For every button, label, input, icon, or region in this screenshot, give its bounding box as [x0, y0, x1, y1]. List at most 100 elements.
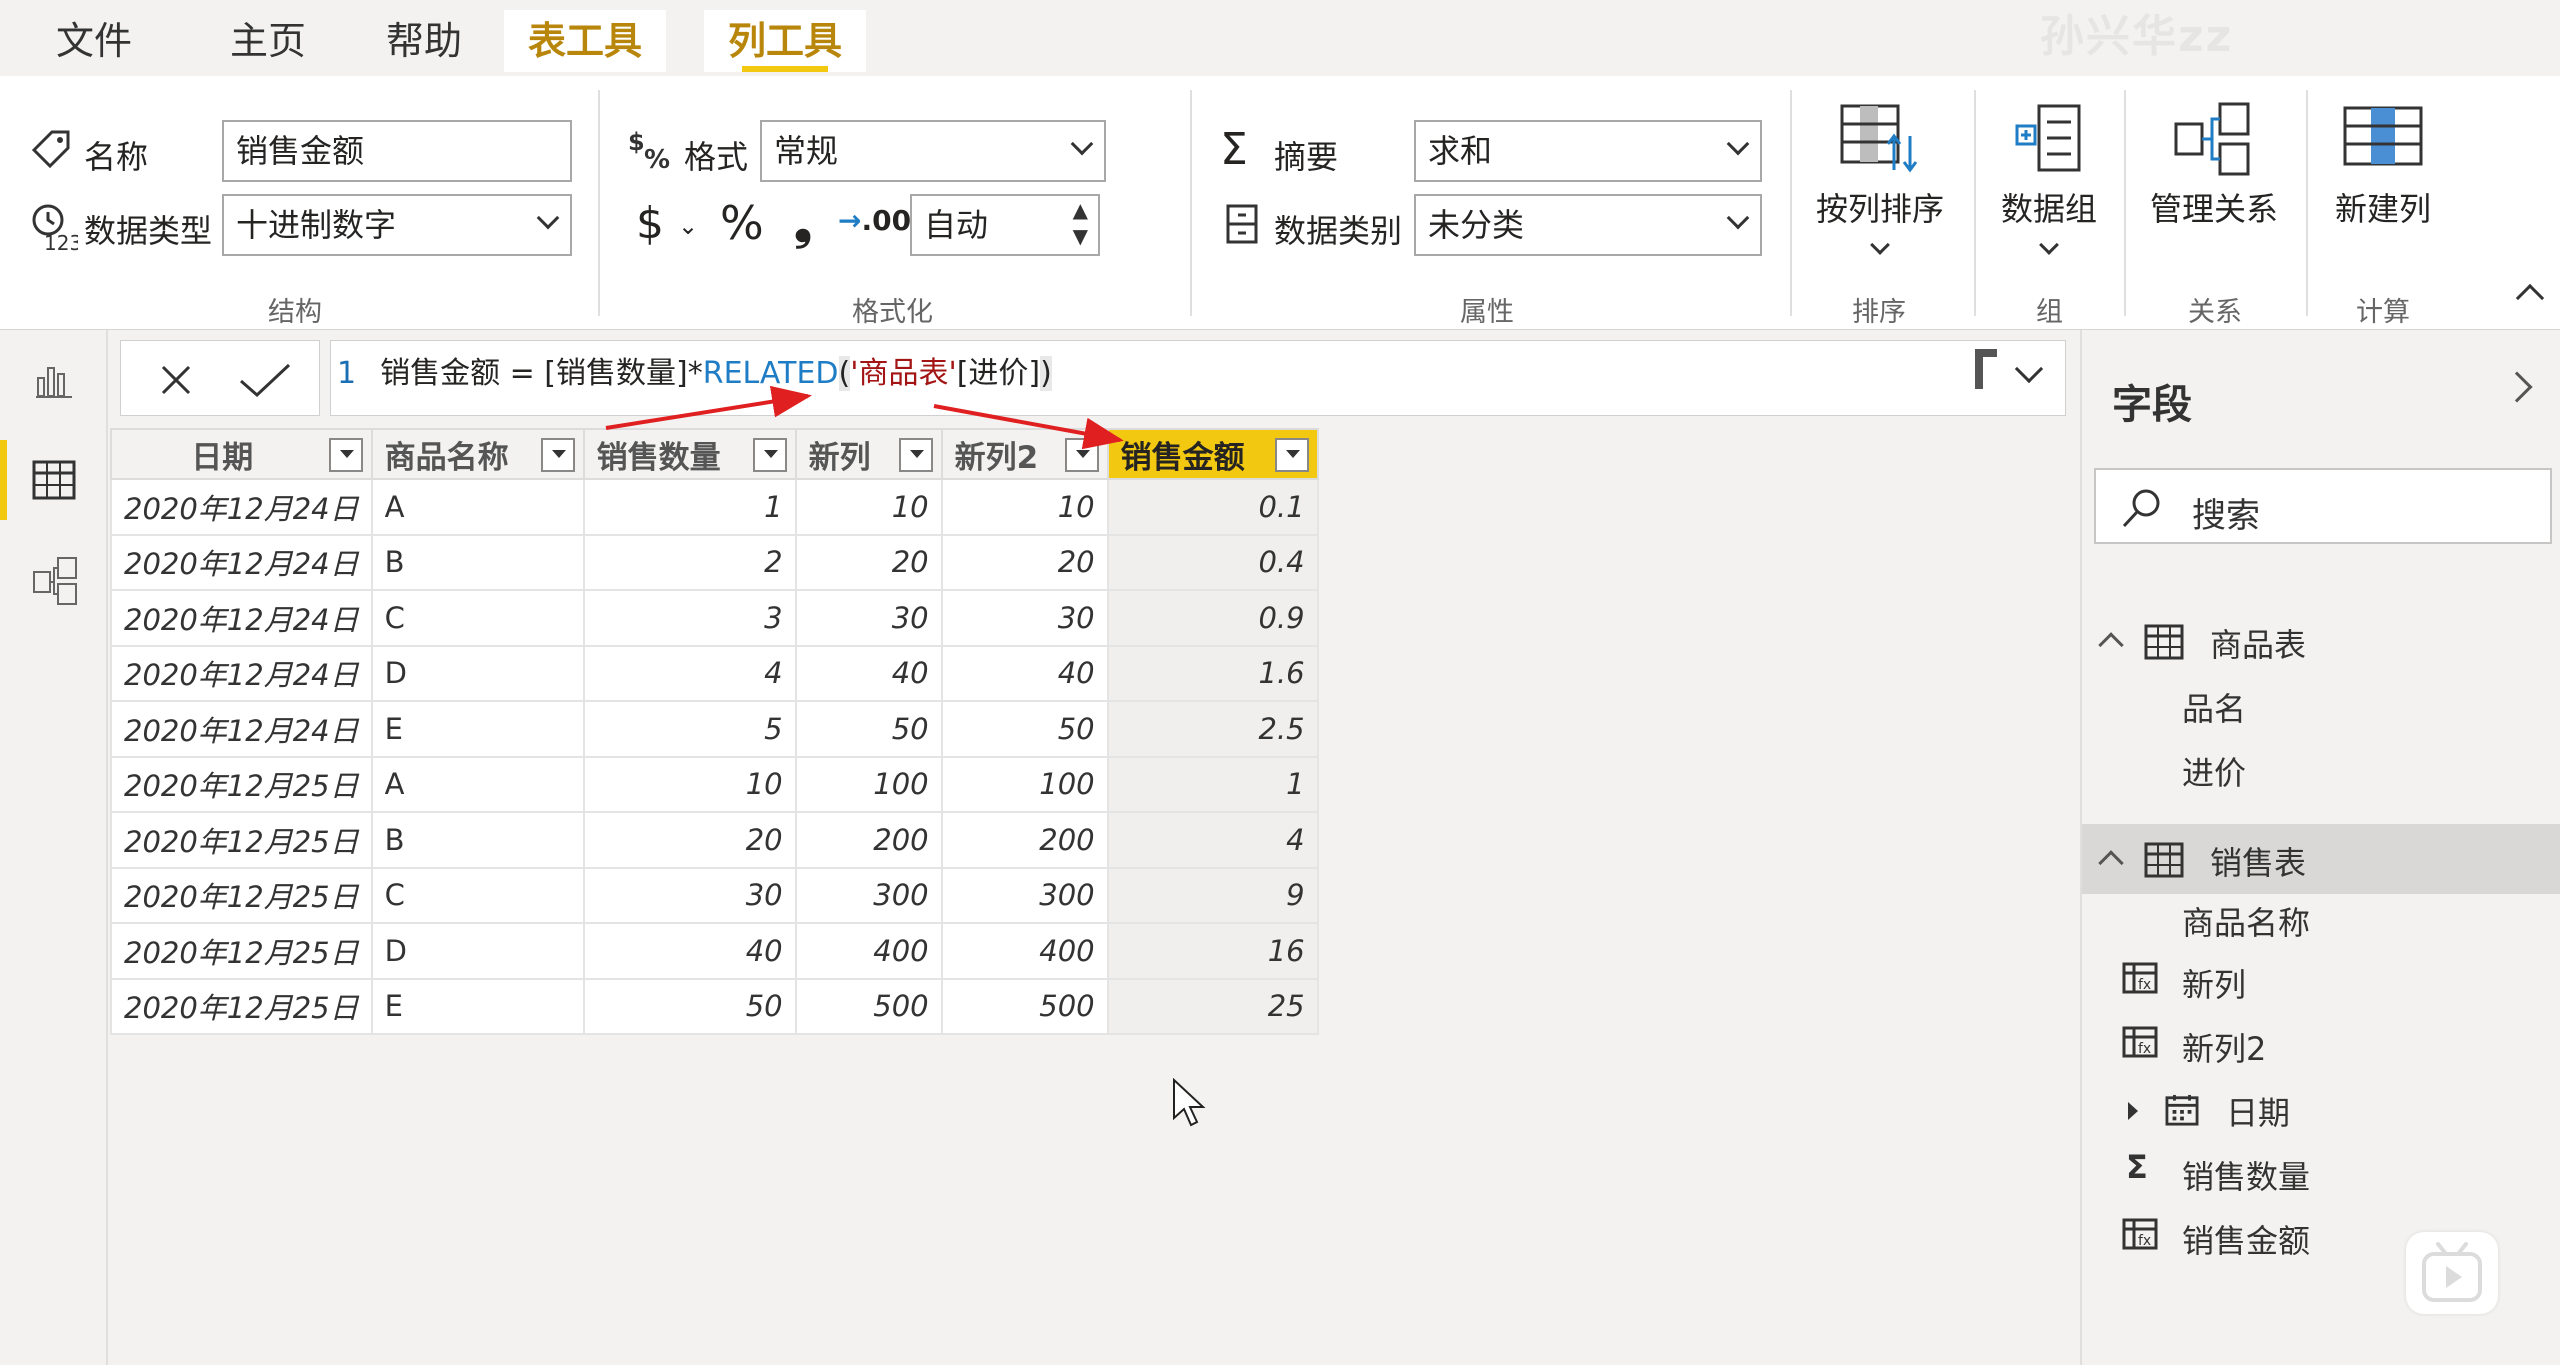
menu-home[interactable]: 主页 — [206, 10, 330, 72]
table-cell[interactable]: 2020年12月24日 — [110, 478, 373, 536]
table-cell[interactable]: 2020年12月25日 — [110, 811, 373, 869]
menu-help[interactable]: 帮助 — [362, 10, 486, 72]
table-cell[interactable]: 0.9 — [1106, 589, 1319, 647]
table-cell[interactable]: D — [370, 922, 585, 980]
percent-button[interactable]: % — [720, 196, 764, 250]
table-cell[interactable]: D — [370, 644, 585, 702]
table-cell[interactable]: B — [370, 811, 585, 869]
table-cell[interactable]: 20 — [794, 533, 943, 591]
data-category-select[interactable]: 未分类 — [1414, 194, 1762, 256]
table-cell[interactable]: 30 — [940, 589, 1109, 647]
field-item[interactable]: 日期 — [2226, 1088, 2290, 1134]
table-cell[interactable]: 16 — [1106, 922, 1319, 980]
table-cell[interactable]: C — [370, 589, 585, 647]
filter-dropdown-icon[interactable] — [328, 438, 363, 472]
table-cell[interactable]: 2020年12月25日 — [110, 922, 373, 980]
column-header[interactable]: 商品名称 — [370, 428, 585, 480]
table-cell[interactable]: 40 — [582, 922, 797, 980]
sort-by-column-button[interactable]: 按列排序 — [1806, 100, 1954, 255]
chevron-up-icon[interactable] — [2098, 632, 2124, 658]
table-cell[interactable]: 300 — [794, 866, 943, 924]
new-column-button[interactable]: 新建列 — [2318, 100, 2448, 230]
column-header[interactable]: 销售数量 — [582, 428, 797, 480]
field-item[interactable]: 新列2 — [2182, 1024, 2266, 1070]
table-cell[interactable]: 2020年12月24日 — [110, 589, 373, 647]
table-cell[interactable]: 2020年12月25日 — [110, 866, 373, 924]
table-cell[interactable]: 40 — [940, 644, 1109, 702]
chevron-down-icon[interactable] — [2014, 354, 2044, 384]
table-cell[interactable]: 2.5 — [1106, 700, 1319, 758]
table-cell[interactable]: 25 — [1106, 977, 1319, 1035]
name-input[interactable]: 销售金额 — [222, 120, 572, 182]
table-cell[interactable]: 50 — [794, 700, 943, 758]
table-cell[interactable]: 4 — [1106, 811, 1319, 869]
table-cell[interactable]: 10 — [794, 478, 943, 536]
column-header[interactable]: 新列2 — [940, 428, 1109, 480]
table-cell[interactable]: 2020年12月25日 — [110, 977, 373, 1035]
filter-dropdown-icon[interactable] — [1274, 438, 1309, 472]
table-cell[interactable]: 1 — [582, 478, 797, 536]
table-cell[interactable]: 400 — [794, 922, 943, 980]
table-cell[interactable]: 100 — [794, 755, 943, 813]
spinner-up-icon[interactable]: ▲ — [1073, 198, 1088, 222]
model-view-button[interactable] — [0, 530, 108, 630]
field-item[interactable]: 销售数量 — [2182, 1152, 2310, 1198]
filter-dropdown-icon[interactable] — [752, 438, 787, 472]
table-cell[interactable]: 50 — [582, 977, 797, 1035]
column-header[interactable]: 新列 — [794, 428, 943, 480]
table-cell[interactable]: 9 — [1106, 866, 1319, 924]
table-cell[interactable]: A — [370, 755, 585, 813]
table-cell[interactable]: 1.6 — [1106, 644, 1319, 702]
table-cell[interactable]: E — [370, 700, 585, 758]
chevron-up-icon[interactable] — [2098, 850, 2124, 876]
table-cell[interactable]: A — [370, 478, 585, 536]
decimal-places-input[interactable]: 自动 ▲ ▼ — [910, 194, 1100, 256]
summarize-select[interactable]: 求和 — [1414, 120, 1762, 182]
table-cell[interactable]: 500 — [940, 977, 1109, 1035]
menu-column-tools[interactable]: 列工具 — [704, 10, 867, 72]
table-cell[interactable]: 4 — [582, 644, 797, 702]
cancel-icon[interactable] — [159, 363, 193, 397]
spinner-down-icon[interactable]: ▼ — [1073, 224, 1088, 248]
table-cell[interactable]: 20 — [940, 533, 1109, 591]
fields-search-input[interactable]: 搜索 — [2094, 468, 2552, 544]
table-cell[interactable]: 2020年12月24日 — [110, 700, 373, 758]
table-cell[interactable]: 200 — [794, 811, 943, 869]
table-cell[interactable]: 0.4 — [1106, 533, 1319, 591]
field-item[interactable]: 进价 — [2182, 748, 2246, 794]
collapse-pane-icon[interactable] — [2501, 371, 2533, 403]
menu-file[interactable]: 文件 — [32, 10, 156, 72]
field-table-row[interactable]: 销售表 — [2082, 824, 2560, 894]
decimal-button[interactable]: →.00 — [838, 204, 911, 237]
collapse-ribbon-icon[interactable] — [2515, 283, 2545, 313]
table-cell[interactable]: 3 — [582, 589, 797, 647]
table-cell[interactable]: 2020年12月25日 — [110, 755, 373, 813]
filter-dropdown-icon[interactable] — [898, 438, 933, 472]
field-item[interactable]: 品名 — [2182, 684, 2246, 730]
expand-arrow-icon[interactable] — [2128, 1102, 2138, 1120]
video-player-widget[interactable] — [2406, 1232, 2498, 1314]
table-cell[interactable]: 1 — [1106, 755, 1319, 813]
table-cell[interactable]: 2020年12月24日 — [110, 644, 373, 702]
table-cell[interactable]: 300 — [940, 866, 1109, 924]
comma-button[interactable]: ❟ — [794, 196, 812, 252]
menu-table-tools[interactable]: 表工具 — [504, 10, 667, 72]
table-cell[interactable]: 2020年12月24日 — [110, 533, 373, 591]
table-cell[interactable]: 30 — [794, 589, 943, 647]
column-header[interactable]: 日期 — [110, 428, 373, 480]
filter-dropdown-icon[interactable] — [540, 438, 575, 472]
commit-icon[interactable] — [237, 361, 293, 399]
data-groups-button[interactable]: 数据组 — [1984, 100, 2114, 255]
table-cell[interactable]: 100 — [940, 755, 1109, 813]
data-view-button[interactable] — [0, 430, 108, 530]
table-cell[interactable]: 10 — [582, 755, 797, 813]
table-cell[interactable]: C — [370, 866, 585, 924]
table-cell[interactable]: 50 — [940, 700, 1109, 758]
data-type-select[interactable]: 十进制数字 — [222, 194, 572, 256]
table-cell[interactable]: B — [370, 533, 585, 591]
manage-relationships-button[interactable]: 管理关系 — [2134, 100, 2294, 230]
table-cell[interactable]: 2 — [582, 533, 797, 591]
table-cell[interactable]: 400 — [940, 922, 1109, 980]
report-view-button[interactable] — [0, 330, 108, 430]
column-header-selected[interactable]: 销售金额 — [1106, 428, 1319, 480]
